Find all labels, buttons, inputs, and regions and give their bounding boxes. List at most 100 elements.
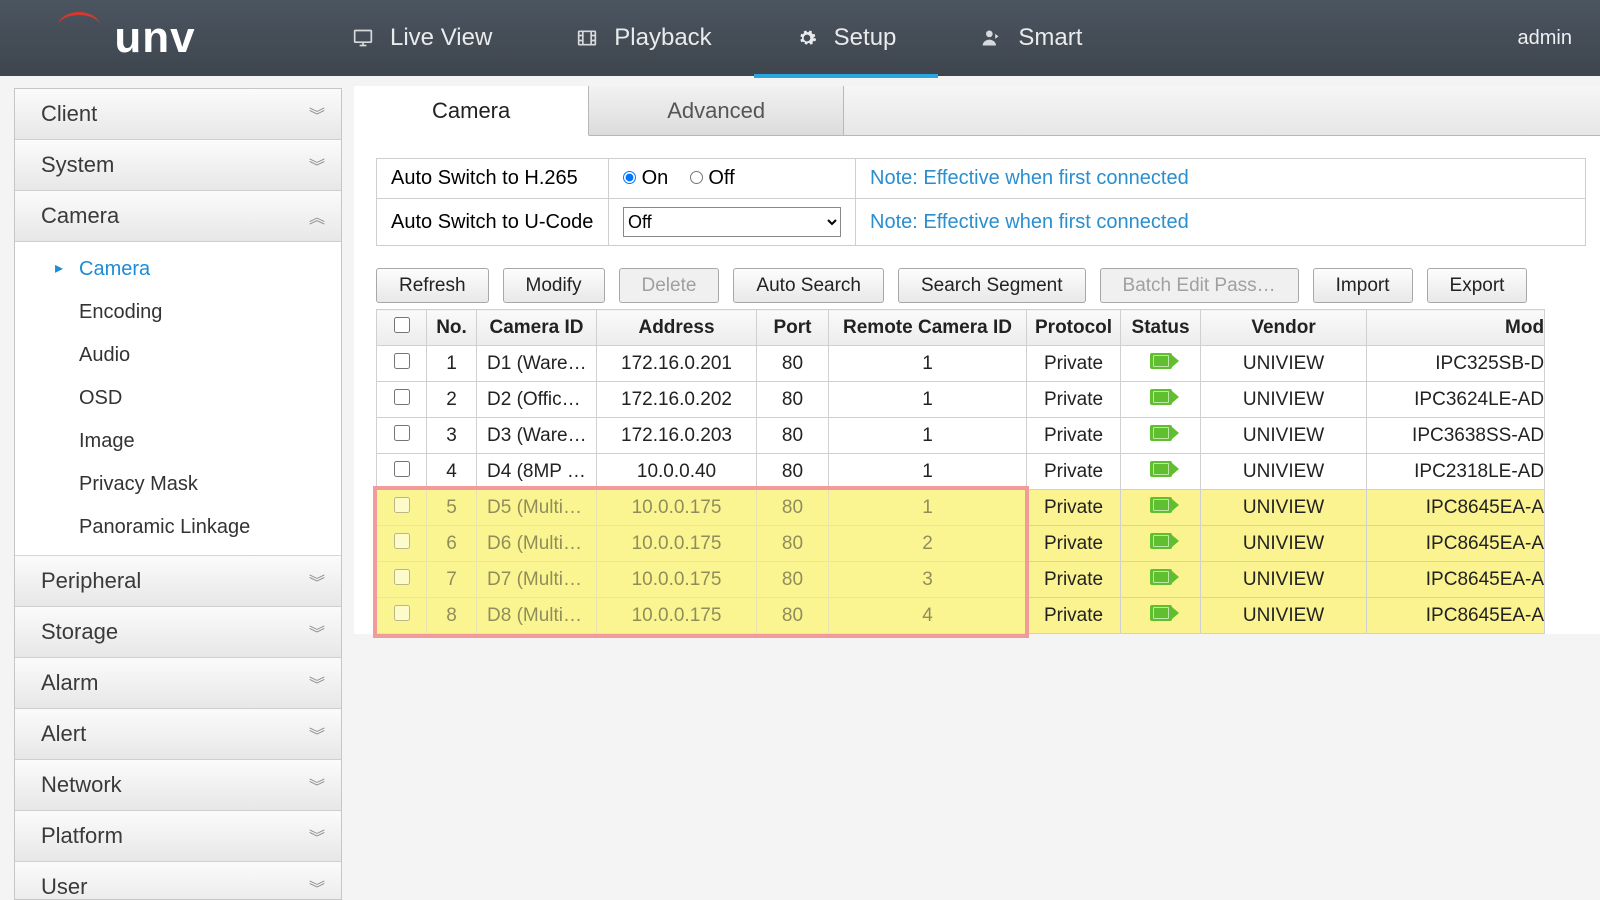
nav-playback[interactable]: Playback [534, 0, 753, 76]
col-camera-id[interactable]: Camera ID [477, 310, 597, 346]
select-all-checkbox[interactable] [394, 317, 410, 333]
cell-model: IPC3624LE-AD [1367, 382, 1545, 418]
sidebar-group-peripheral[interactable]: Peripheral︾ [15, 556, 341, 607]
cell-address: 10.0.0.175 [597, 562, 757, 598]
sidebar-group-alarm[interactable]: Alarm︾ [15, 658, 341, 709]
row-checkbox[interactable] [394, 425, 410, 441]
sidebar-item-panoramic-linkage[interactable]: Panoramic Linkage [15, 506, 341, 549]
cell-no: 2 [427, 382, 477, 418]
col-port[interactable]: Port [757, 310, 829, 346]
cell-protocol: Private [1027, 418, 1121, 454]
sidebar-item-camera[interactable]: Camera [15, 248, 341, 291]
sidebar: Client︾System︾Camera︽ CameraEncodingAudio… [14, 88, 342, 900]
h265-on-radio[interactable]: On [623, 167, 668, 189]
cell-camera-id: D6 (Multi… [477, 526, 597, 562]
camera-online-icon [1150, 497, 1172, 513]
tab-camera[interactable]: Camera [354, 86, 589, 136]
col-status[interactable]: Status [1121, 310, 1201, 346]
col-model[interactable]: Mod [1367, 310, 1545, 346]
cell-camera-id: D8 (Multi… [477, 598, 597, 634]
table-row[interactable]: 7D7 (Multi…10.0.0.175803PrivateUNIVIEWIP… [377, 562, 1545, 598]
row-checkbox[interactable] [394, 569, 410, 585]
sidebar-group-network[interactable]: Network ︾ [15, 760, 341, 811]
table-row[interactable]: 6D6 (Multi…10.0.0.175802PrivateUNIVIEWIP… [377, 526, 1545, 562]
cell-vendor: UNIVIEW [1201, 454, 1367, 490]
cell-remote-camera-id: 3 [829, 562, 1027, 598]
auto-search-button[interactable]: Auto Search [733, 268, 884, 303]
nav-setup[interactable]: Setup [754, 0, 939, 76]
ucode-select[interactable]: Off [623, 207, 841, 237]
cell-protocol: Private [1027, 562, 1121, 598]
cell-no: 8 [427, 598, 477, 634]
sidebar-group-alert[interactable]: Alert︾ [15, 709, 341, 760]
sidebar-group-storage[interactable]: Storage︾ [15, 607, 341, 658]
cell-model: IPC8645EA-A [1367, 526, 1545, 562]
camera-table-wrap: No. Camera ID Address Port Remote Camera… [376, 309, 1600, 634]
table-row[interactable]: 5D5 (Multi…10.0.0.175801PrivateUNIVIEWIP… [377, 490, 1545, 526]
ucode-label: Auto Switch to U-Code [377, 199, 609, 246]
row-checkbox[interactable] [394, 353, 410, 369]
sidebar-item-osd[interactable]: OSD [15, 377, 341, 420]
table-row[interactable]: 4D4 (8MP …10.0.0.40801PrivateUNIVIEWIPC2… [377, 454, 1545, 490]
sidebar-group-platform[interactable]: Platform︾ [15, 811, 341, 862]
modify-button[interactable]: Modify [503, 268, 605, 303]
tab-advanced[interactable]: Advanced [589, 86, 844, 135]
cell-protocol: Private [1027, 598, 1121, 634]
search-segment-button[interactable]: Search Segment [898, 268, 1086, 303]
sidebar-group-camera[interactable]: Camera︽ [15, 191, 341, 242]
table-row[interactable]: 3D3 (Ware…172.16.0.203801PrivateUNIVIEWI… [377, 418, 1545, 454]
cell-status [1121, 490, 1201, 526]
sidebar-item-encoding[interactable]: Encoding [15, 291, 341, 334]
cell-port: 80 [757, 562, 829, 598]
export-button[interactable]: Export [1427, 268, 1528, 303]
camera-toolbar: Refresh Modify Delete Auto Search Search… [376, 268, 1600, 303]
current-user[interactable]: admin [1518, 27, 1600, 50]
cell-remote-camera-id: 2 [829, 526, 1027, 562]
content-area: Camera Advanced Auto Switch to H.265 On … [342, 76, 1600, 900]
row-checkbox[interactable] [394, 497, 410, 513]
cell-status [1121, 418, 1201, 454]
cell-port: 80 [757, 526, 829, 562]
cell-remote-camera-id: 1 [829, 418, 1027, 454]
table-row[interactable]: 1D1 (Ware…172.16.0.201801PrivateUNIVIEWI… [377, 346, 1545, 382]
col-protocol[interactable]: Protocol [1027, 310, 1121, 346]
sidebar-item-audio[interactable]: Audio [15, 334, 341, 377]
camera-online-icon [1150, 389, 1172, 405]
cell-no: 7 [427, 562, 477, 598]
sidebar-group-client[interactable]: Client︾ [15, 89, 341, 140]
h265-off-radio[interactable]: Off [690, 167, 735, 189]
nav-smart[interactable]: Smart [938, 0, 1124, 76]
row-checkbox[interactable] [394, 389, 410, 405]
cell-remote-camera-id: 1 [829, 454, 1027, 490]
delete-button[interactable]: Delete [619, 268, 720, 303]
nav-playback-label: Playback [614, 24, 711, 52]
import-button[interactable]: Import [1313, 268, 1413, 303]
monitor-icon [352, 28, 374, 48]
row-checkbox[interactable] [394, 461, 410, 477]
refresh-button[interactable]: Refresh [376, 268, 489, 303]
col-vendor[interactable]: Vendor [1201, 310, 1367, 346]
row-checkbox[interactable] [394, 605, 410, 621]
sidebar-group-user[interactable]: User︾ [15, 862, 341, 900]
chevron-up-icon: ︽ [309, 204, 321, 228]
brand-text: unv [114, 13, 195, 63]
nav-live-view[interactable]: Live View [310, 0, 534, 76]
cell-port: 80 [757, 454, 829, 490]
col-no[interactable]: No. [427, 310, 477, 346]
cell-model: IPC2318LE-AD [1367, 454, 1545, 490]
cell-vendor: UNIVIEW [1201, 418, 1367, 454]
table-row[interactable]: 2D2 (Offic…172.16.0.202801PrivateUNIVIEW… [377, 382, 1545, 418]
h265-radio-group: On Off [609, 159, 856, 199]
col-remote-camera-id[interactable]: Remote Camera ID [829, 310, 1027, 346]
sidebar-group-label: Network [41, 772, 122, 798]
sidebar-item-privacy-mask[interactable]: Privacy Mask [15, 463, 341, 506]
brand-arc-icon [58, 12, 100, 26]
batch-edit-password-button[interactable]: Batch Edit Pass… [1100, 268, 1299, 303]
table-row[interactable]: 8D8 (Multi…10.0.0.175804PrivateUNIVIEWIP… [377, 598, 1545, 634]
sidebar-group-system[interactable]: System︾ [15, 140, 341, 191]
row-checkbox[interactable] [394, 533, 410, 549]
cell-model: IPC8645EA-A [1367, 490, 1545, 526]
chevron-down-icon: ︾ [309, 773, 321, 797]
sidebar-item-image[interactable]: Image [15, 420, 341, 463]
col-address[interactable]: Address [597, 310, 757, 346]
